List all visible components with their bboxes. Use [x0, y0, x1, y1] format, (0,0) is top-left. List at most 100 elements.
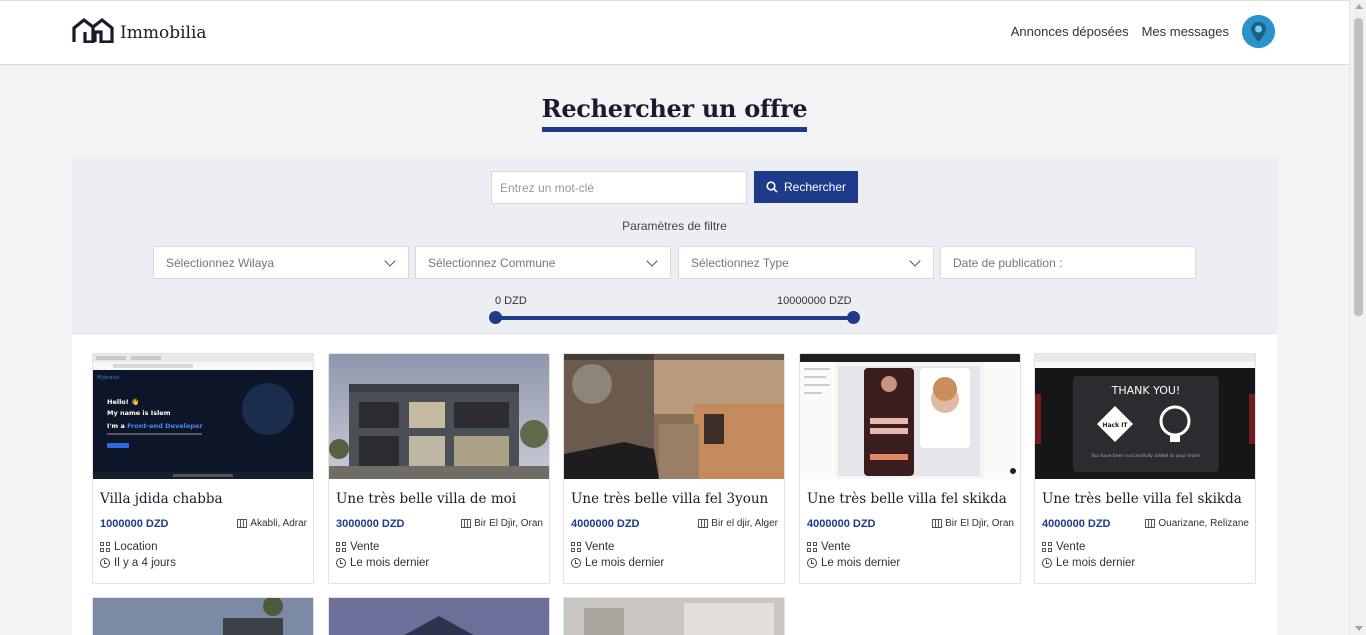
search-button[interactable]: Rechercher	[754, 171, 858, 203]
listing-location: Bir El Djir, Oran	[461, 518, 543, 529]
listing-date-text: Il y a 4 jours	[114, 557, 176, 569]
avatar[interactable]	[1242, 15, 1275, 48]
listing-title[interactable]: Une très belle villa de moi	[336, 491, 546, 507]
listing-image	[329, 598, 549, 635]
svg-text:THANK YOU!: THANK YOU!	[1111, 384, 1181, 397]
filter-label: Paramètres de filtre	[622, 219, 727, 233]
listing-card[interactable]: THANK YOU! Hack IT You have been success…	[1034, 353, 1256, 584]
svg-text:You have been successfully add: You have been successfully added to your…	[1090, 453, 1201, 459]
clock-icon	[1042, 558, 1052, 568]
listing-type-text: Vente	[1056, 541, 1086, 553]
clock-icon	[100, 558, 110, 568]
clock-icon	[336, 558, 346, 568]
listing-price: 4000000 DZD	[1042, 518, 1111, 530]
listing-location-text: Akabli, Adrar	[250, 518, 307, 529]
page-title: Rechercher un offre	[541, 94, 808, 132]
chevron-down-icon	[384, 255, 396, 267]
brand-name: Immobilia	[120, 23, 207, 43]
listing-location: Akabli, Adrar	[237, 518, 307, 529]
listing-card-partial[interactable]	[328, 597, 550, 635]
listing-image	[564, 598, 784, 635]
listing-card-partial[interactable]	[563, 597, 785, 635]
nav-link-messages[interactable]: Mes messages	[1142, 16, 1229, 48]
listing-type: Vente	[571, 541, 614, 553]
listing-date: Le mois dernier	[807, 557, 900, 569]
listing-image: THANK YOU! Hack IT You have been success…	[1035, 354, 1255, 479]
page-title-wrap: Rechercher un offre	[0, 94, 1349, 132]
listing-date: Le mois dernier	[336, 557, 429, 569]
listing-type: Vente	[336, 541, 379, 553]
chevron-down-icon	[909, 255, 921, 267]
listing-date: Le mois dernier	[571, 557, 664, 569]
building-icon	[237, 519, 248, 528]
listing-location: Bir El Djir, Oran	[932, 518, 1014, 529]
listing-card[interactable]: Une très belle villa fel 3youn 4000000 D…	[563, 353, 785, 584]
listing-title[interactable]: Une très belle villa fel skikda	[1042, 491, 1252, 507]
listing-image: Mybrand. Hello! 👋 My name is Islem I'm a…	[93, 354, 313, 479]
listing-location: Ouarizane, Relizane	[1145, 518, 1249, 529]
listing-location-text: Bir El Djir, Oran	[945, 518, 1014, 529]
nav-link-annonces[interactable]: Annonces déposées	[1011, 16, 1129, 48]
price-range-slider[interactable]	[495, 316, 854, 320]
avatar-pin-icon	[1242, 15, 1275, 48]
svg-text:Mybrand.: Mybrand.	[97, 375, 121, 381]
date-field-label: Date de publication :	[953, 256, 1063, 270]
listing-date-text: Le mois dernier	[350, 557, 430, 569]
listing-price: 4000000 DZD	[807, 518, 876, 530]
grid-icon	[807, 542, 817, 552]
listing-date: Il y a 4 jours	[100, 557, 176, 569]
listing-date-text: Le mois dernier	[585, 557, 665, 569]
scroll-thumb[interactable]	[1354, 18, 1363, 316]
date-field[interactable]: Date de publication :	[940, 246, 1196, 279]
listing-title[interactable]: Une très belle villa fel 3youn	[571, 491, 781, 507]
search-icon	[766, 181, 778, 193]
listing-price: 1000000 DZD	[100, 518, 169, 530]
svg-text:My name is Islem: My name is Islem	[107, 409, 171, 417]
house-icon	[72, 17, 114, 43]
clock-icon	[571, 558, 581, 568]
listing-image	[564, 354, 784, 479]
search-panel: Entrez un mot-clé Rechercher Paramètres …	[72, 158, 1277, 334]
listing-location-text: Bir el djir, Alger	[711, 518, 778, 529]
search-button-label: Rechercher	[783, 180, 847, 194]
scroll-up-icon[interactable]	[1355, 4, 1363, 9]
listing-type: Location	[100, 541, 157, 553]
svg-text:I'm a Front-end Developer: I'm a Front-end Developer	[107, 422, 203, 430]
svg-text:Hack IT: Hack IT	[1102, 422, 1128, 429]
listing-card[interactable]: Une très belle villa de moi 3000000 DZD …	[328, 353, 550, 584]
price-max-label: 10000000 DZD	[777, 295, 852, 307]
listing-location-text: Bir El Djir, Oran	[474, 518, 543, 529]
scroll-down-icon[interactable]	[1355, 626, 1363, 631]
listing-image	[329, 354, 549, 479]
top-navbar: Immobilia Annonces déposées Mes messages	[0, 0, 1349, 65]
listing-title[interactable]: Une très belle villa fel skikda	[807, 491, 1017, 507]
listing-location: Bir el djir, Alger	[698, 518, 778, 529]
type-select[interactable]: Sélectionnez Type	[678, 246, 934, 279]
results-area: Mybrand. Hello! 👋 My name is Islem I'm a…	[72, 334, 1277, 635]
listing-type: Vente	[1042, 541, 1085, 553]
listing-title[interactable]: Villa jdida chabba	[100, 491, 310, 507]
listing-date: Le mois dernier	[1042, 557, 1135, 569]
search-input[interactable]: Entrez un mot-clé	[491, 171, 747, 204]
page-scrollbar[interactable]	[1349, 0, 1366, 635]
commune-select-label: Sélectionnez Commune	[428, 256, 556, 270]
listing-price: 4000000 DZD	[571, 518, 640, 530]
listing-card-partial[interactable]	[92, 597, 314, 635]
listing-type-text: Location	[114, 541, 158, 553]
slider-handle-min[interactable]	[489, 311, 502, 324]
building-icon	[1145, 519, 1156, 528]
building-icon	[698, 519, 709, 528]
wilaya-select[interactable]: Sélectionnez Wilaya	[153, 246, 409, 279]
listing-card[interactable]: Une très belle villa fel skikda 4000000 …	[799, 353, 1021, 584]
listing-date-text: Le mois dernier	[1056, 557, 1136, 569]
svg-text:Hello! 👋: Hello! 👋	[107, 398, 139, 406]
listing-type: Vente	[807, 541, 850, 553]
listing-image	[800, 354, 1020, 479]
wilaya-select-label: Sélectionnez Wilaya	[166, 256, 275, 270]
listing-date-text: Le mois dernier	[821, 557, 901, 569]
commune-select[interactable]: Sélectionnez Commune	[415, 246, 671, 279]
slider-handle-max[interactable]	[847, 311, 860, 324]
brand-logo[interactable]: Immobilia	[72, 17, 207, 43]
listing-card[interactable]: Mybrand. Hello! 👋 My name is Islem I'm a…	[92, 353, 314, 584]
listing-type-text: Vente	[585, 541, 615, 553]
